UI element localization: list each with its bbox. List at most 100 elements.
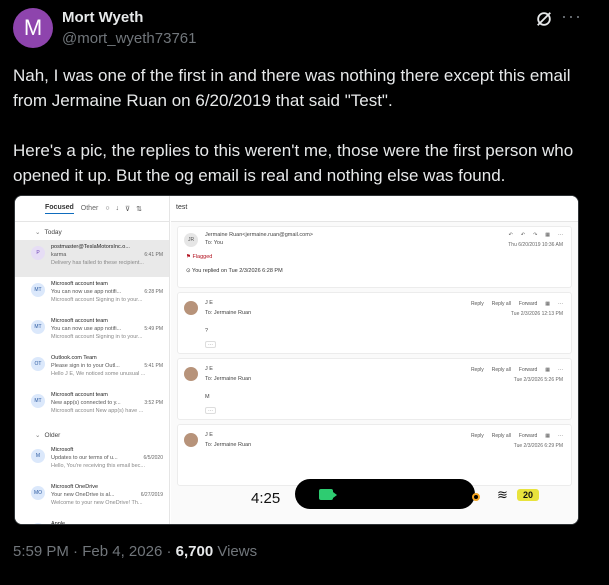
reply-button[interactable]: Reply [471,367,484,373]
group-today[interactable]: ⌄ Today [15,222,169,240]
reply-button[interactable]: Reply [471,433,484,439]
more-icon[interactable]: ··· [558,367,563,373]
reply-all-button[interactable]: Reply all [492,433,511,439]
message-actions[interactable]: Reply Reply all Forward ▦ ··· [463,433,563,439]
chevron-down-icon: ⌄ [35,229,41,236]
reply-message[interactable]: J E To: Jermaine Ruan Reply Reply all Forwar… [177,292,572,354]
forward-button[interactable]: Forward [519,433,537,439]
mail-time: 5:41 PM [144,363,163,369]
mail-time: 6:28 PM [144,289,163,295]
mail-from: Microsoft account team [51,318,108,324]
avatar[interactable]: M [13,8,53,48]
separator: · [162,543,176,560]
original-message[interactable]: JR Jermaine Ruan<jermaine.ruan@gmail.com… [177,226,572,288]
mail-subject: Your new OneDrive is al... [51,492,115,498]
tweet-time[interactable]: 5:59 PM [13,543,69,560]
separator: · [68,543,83,560]
forward-button[interactable]: Forward [519,367,537,373]
mail-list-item[interactable]: OT Outlook.com Team Please sign in to your… [15,351,169,388]
reply-message[interactable]: J E To: Jermaine Ruan Reply Reply all Forwar… [177,424,572,486]
reply-all-icon[interactable]: ↶ [521,232,525,238]
view-count[interactable]: 6,700 [176,543,214,560]
message-time: Tue 2/3/2026 5:26 PM [513,377,563,383]
message-actions[interactable]: Reply Reply all Forward ▦ ··· [463,301,563,307]
reply-button[interactable]: Reply [471,301,484,307]
filter-icon[interactable]: ⊽ [125,205,130,213]
mail-list-item[interactable]: MT Microsoft account team You can now use … [15,314,169,351]
mail-list-item[interactable]: M Microsoft Updates to our terms of u... 6/… [15,443,169,480]
mail-from: Microsoft [51,447,74,453]
attached-image[interactable]: Focused Other ○ ↓ ⊽ ⇅ ⌄ Today Ppostmaster… [14,195,579,525]
mail-subject-line: Updates to our terms of u... 6/5/2020 [51,454,169,462]
chevron-down-icon: ⌄ [35,432,41,439]
group-older[interactable]: ⌄ Older [15,425,169,443]
sender-avatar: MT [31,394,45,408]
expand-icon[interactable]: ... [205,407,217,414]
tweet-date[interactable]: Feb 4, 2026 [82,543,162,560]
jump-icon[interactable]: ↓ [116,205,120,212]
grok-icon[interactable] [535,10,553,28]
sender-avatar: OT [31,357,45,371]
flag-status: ⚑ Flagged [186,254,212,260]
forward-icon[interactable]: ↷ [533,232,537,238]
mail-list-item[interactable]: MT Microsoft account team New app(s) conne… [15,388,169,425]
more-icon[interactable]: ··· [558,433,563,439]
reading-pane: test JR Jermaine Ruan<jermaine.ruan@gmai… [171,196,578,524]
mail-time: 6/5/2020 [143,455,163,461]
sort-icon[interactable]: ⇅ [136,205,142,213]
mail-subject: Please sign in to your Outl... [51,363,120,369]
sender: J E [205,300,213,306]
mail-subject-line: Your new OneDrive is al... 6/27/2019 [51,491,169,499]
message-actions[interactable]: Reply Reply all Forward ▦ ··· [463,367,563,373]
grid-icon[interactable]: ▦ [545,301,550,307]
author-name[interactable]: Mort Wyeth [62,9,143,26]
message-time: Tue 2/3/2026 6:29 PM [513,443,563,449]
mail-preview: Microsoft account New app(s) have ... [51,408,144,414]
mail-subject: You can now use app notifi... [51,289,122,295]
more-options-icon[interactable]: ··· [561,6,582,27]
reply-all-button[interactable]: Reply all [492,367,511,373]
mail-subject-line: karma 6:41 PM [51,251,169,259]
mail-preview: Hello, You're receiving this email bec..… [51,463,145,469]
mail-list-item[interactable]: MT Microsoft account team You can now use … [15,277,169,314]
tab-other[interactable]: Other [81,205,99,212]
recipient: To: Jermaine Ruan [205,310,252,316]
more-icon[interactable]: ··· [558,232,563,238]
grid-icon[interactable]: ▦ [545,433,550,439]
message-time: Tue 2/3/2026 12:13 PM [510,311,563,317]
reply-message[interactable]: J E To: Jermaine Ruan Reply Reply all Forwar… [177,358,572,420]
message-body: ? [205,328,209,334]
mail-list-item[interactable]: AAppleVerify your Apple ID ema...6/20/20… [15,517,169,525]
forward-button[interactable]: Forward [519,301,537,307]
mail-from: postmaster@TeslaMotorsInc.o... [51,244,130,250]
message-actions[interactable]: ↶ ↶ ↷ ▦ ··· [501,232,563,238]
tweet-paragraph-1: Nah, I was one of the first in and there… [13,66,571,110]
mail-from: Microsoft account team [51,281,108,287]
author-handle[interactable]: @mort_wyeth73761 [62,30,196,47]
mail-list-item[interactable]: MO Microsoft OneDrive Your new OneDrive is… [15,480,169,517]
grid-icon[interactable]: ▦ [545,367,550,373]
mail-preview: Welcome to your new OneDrive! Th... [51,500,143,506]
mail-list-item[interactable]: Ppostmaster@TeslaMotorsInc.o... karma 6:41… [15,240,169,277]
select-icon[interactable]: ○ [105,205,109,212]
sender: J E [205,432,213,438]
tweet-text: Nah, I was one of the first in and there… [13,63,598,213]
sender-avatar: JR [184,233,198,247]
reply-all-button[interactable]: Reply all [492,301,511,307]
mail-time: 3:52 PM [144,400,163,406]
flag-label: Flagged [192,254,213,260]
mail-subject: New app(s) connected to y... [51,400,121,406]
more-icon[interactable]: ··· [558,301,563,307]
mail-from: Apple [51,521,66,525]
expand-icon[interactable]: ... [205,341,217,348]
wifi-icon: ≋ [497,487,508,502]
mail-preview: Microsoft account Signing in to your... [51,334,143,340]
message-body: M [205,394,210,400]
group-label: Today [44,229,62,236]
message-time: Thu 6/20/2019 10:36 AM [508,242,563,248]
tab-focused[interactable]: Focused [45,204,74,214]
mail-from: Microsoft account team [51,392,108,398]
mail-tabs: Focused Other ○ ↓ ⊽ ⇅ [15,196,169,222]
grid-icon[interactable]: ▦ [545,232,550,238]
reply-icon[interactable]: ↶ [509,232,513,238]
